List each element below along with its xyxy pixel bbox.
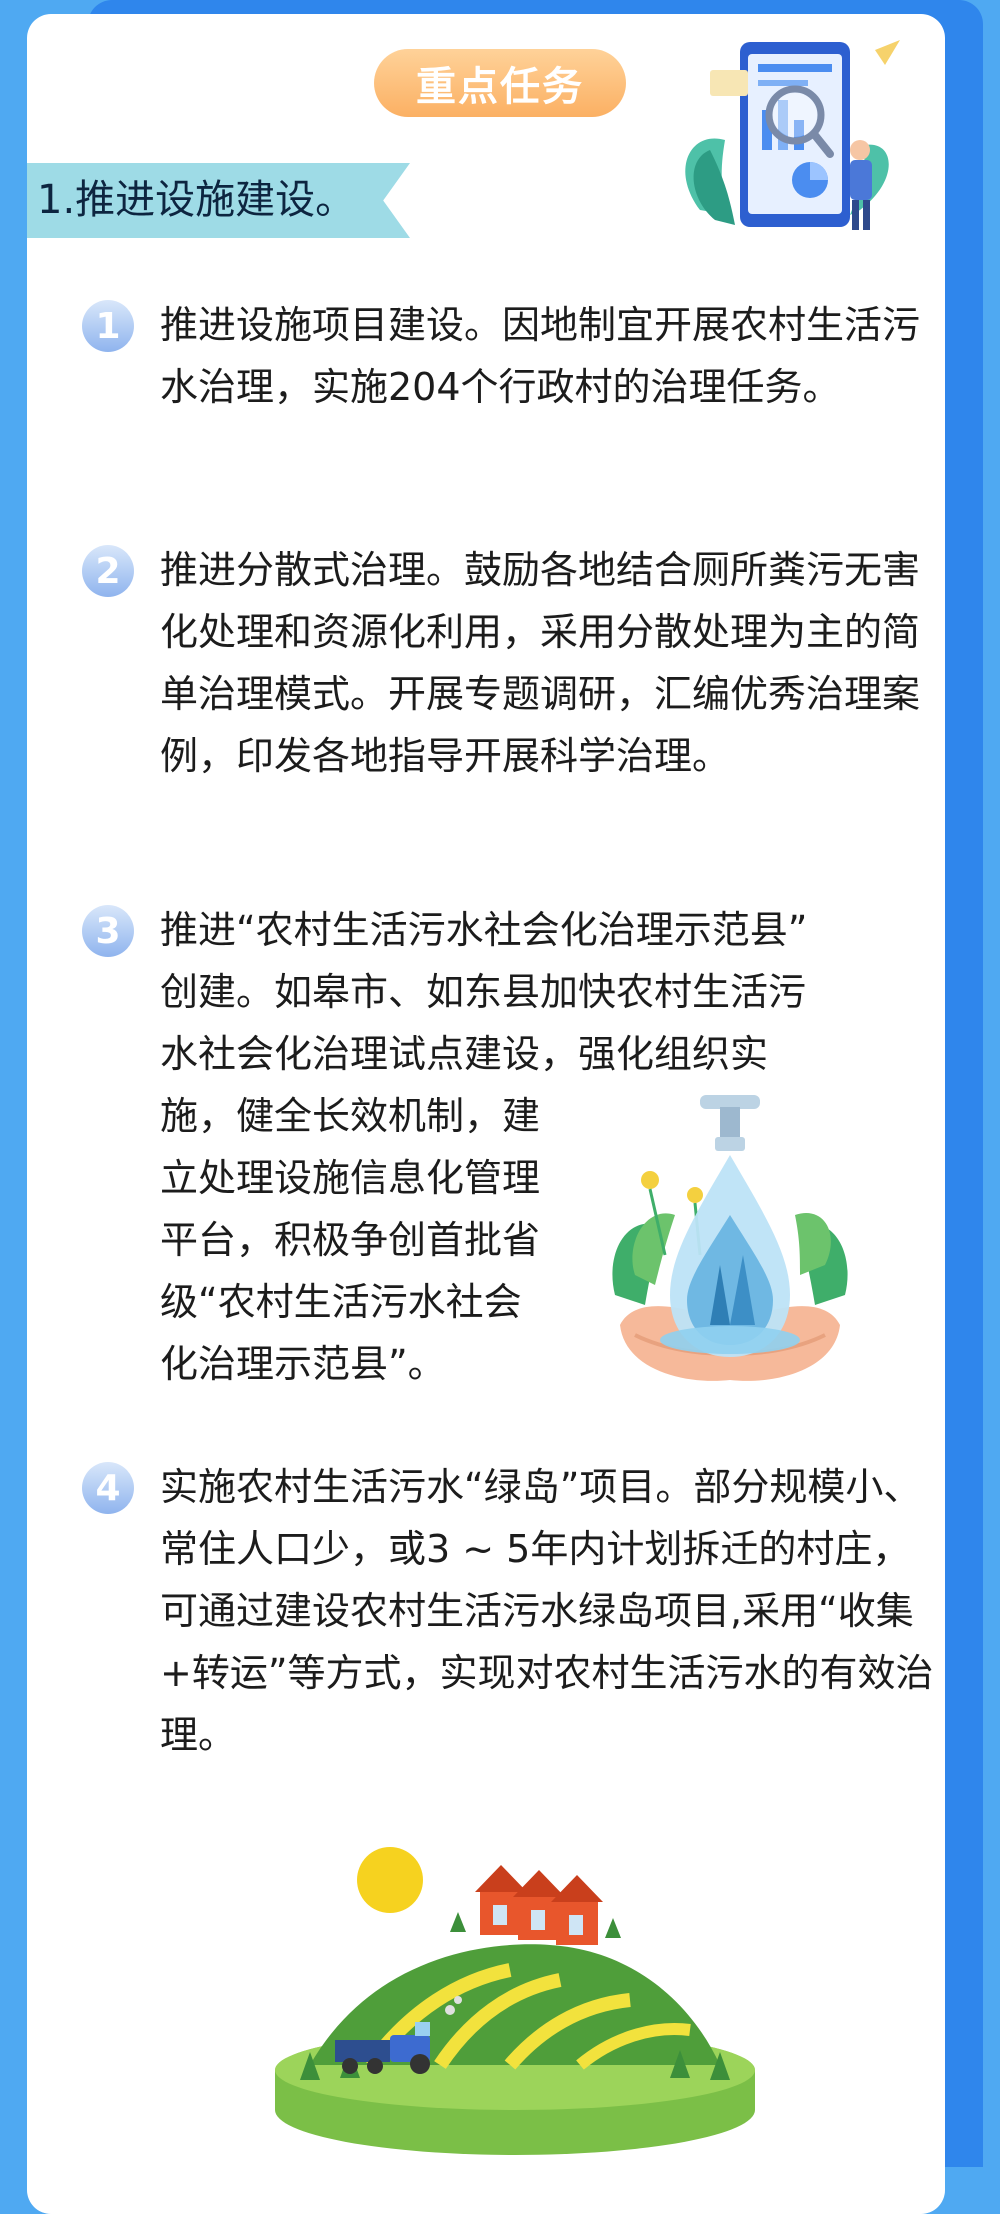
task-number-badge: 4 <box>82 1462 134 1514</box>
task-text: 推进分散式治理。鼓励各地结合厕所粪污无害化处理和资源化利用，采用分散处理为主的简… <box>160 548 921 778</box>
task-text: 推进设施项目建设。因地制宜开展农村生活污水治理，实施204个行政村的治理任务。 <box>160 303 921 409</box>
section-title: 1.推进设施建设。 <box>37 177 356 223</box>
task-number-badge: 2 <box>82 545 134 597</box>
key-tasks-pill: 重点任务 <box>374 49 626 117</box>
task-text-line: 水社会化治理试点建设，强化组织实 <box>160 1032 769 1076</box>
task-item-4: 4 实施农村生活污水“绿岛”项目。部分规模小、常住人口少，或3 ~ 5年内计划拆… <box>82 1456 934 1776</box>
task-number-badge: 1 <box>82 300 134 352</box>
task-text: 实施农村生活污水“绿岛”项目。部分规模小、常住人口少，或3 ~ 5年内计划拆迁的… <box>160 1465 934 1757</box>
phone-analytics-illustration <box>685 40 900 230</box>
task-text-line: 推进“农村生活污水社会化治理示范县” <box>160 908 808 952</box>
water-drop-hands-illustration <box>612 1095 848 1381</box>
task-text-line: 创建。如皋市、如东县加快农村生活污 <box>160 970 807 1014</box>
task-item-1: 1 推进设施项目建设。因地制宜开展农村生活污水治理，实施204个行政村的治理任务… <box>82 294 920 494</box>
task-item-2: 2 推进分散式治理。鼓励各地结合厕所粪污无害化处理和资源化利用，采用分散处理为主… <box>82 539 920 859</box>
farm-hill-illustration <box>275 1847 755 2155</box>
task-number-badge: 3 <box>82 905 134 957</box>
